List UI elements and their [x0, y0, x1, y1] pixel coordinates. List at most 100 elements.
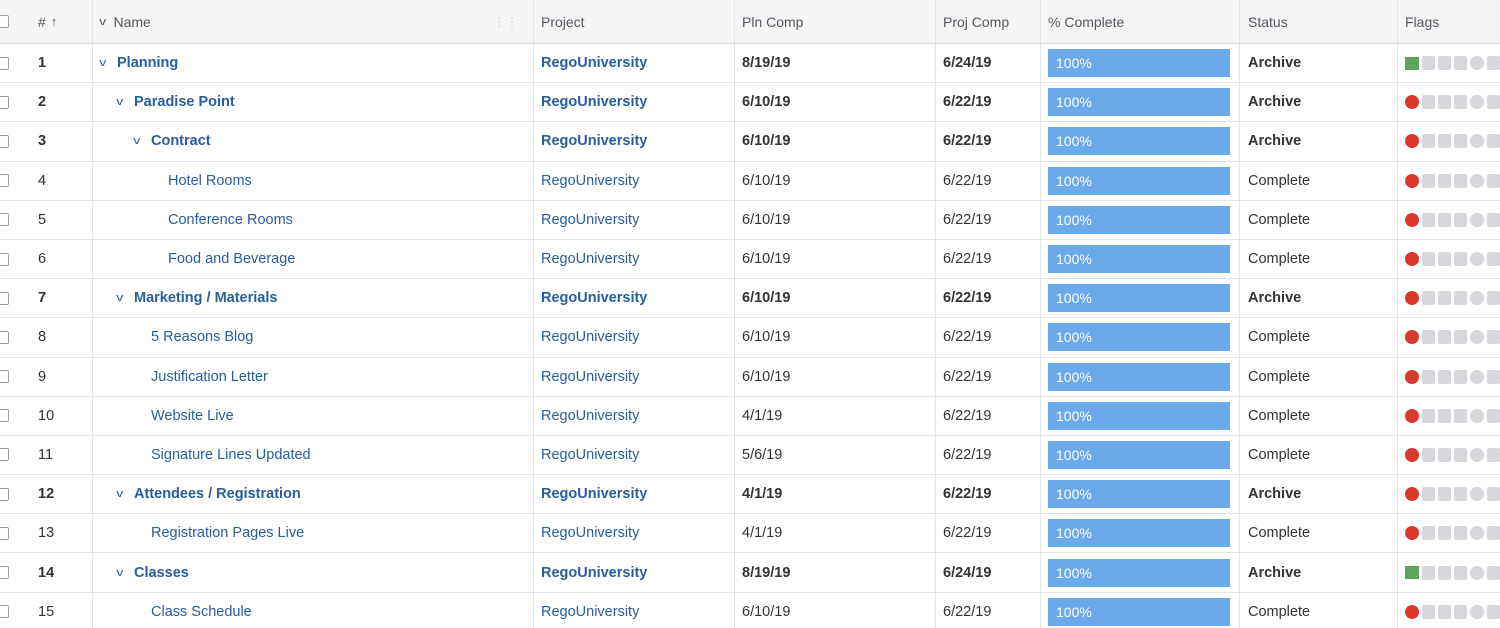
task-name-link[interactable]: Registration Pages Live	[151, 525, 304, 541]
table-row[interactable]: 12 v Attendees / Registration RegoUnivers…	[0, 475, 1500, 515]
table-row[interactable]: 15 Class Schedule RegoUniversity 6/10/19…	[0, 592, 1500, 628]
notes-icon[interactable]	[1422, 134, 1435, 149]
table-row[interactable]: 7 v Marketing / Materials RegoUniversity …	[0, 279, 1500, 319]
project-link[interactable]: RegoUniversity	[541, 408, 639, 424]
notes-icon[interactable]	[1422, 95, 1435, 110]
trash-icon[interactable]	[1454, 134, 1467, 149]
row-checkbox[interactable]	[0, 95, 9, 109]
task-name-link[interactable]: 5 Reasons Blog	[151, 329, 253, 345]
document-icon[interactable]	[1438, 565, 1451, 580]
notes-icon[interactable]	[1422, 252, 1435, 267]
row-checkbox[interactable]	[0, 605, 9, 619]
document-icon[interactable]	[1438, 173, 1451, 188]
trash-icon[interactable]	[1454, 173, 1467, 188]
table-row[interactable]: 13 Registration Pages Live RegoUniversit…	[0, 514, 1500, 554]
header-status[interactable]: Status	[1240, 0, 1398, 43]
check-circle-icon[interactable]	[1470, 369, 1484, 384]
collapse-all-chevron-icon[interactable]: v	[99, 16, 106, 28]
check-circle-icon[interactable]	[1470, 604, 1484, 619]
document-icon[interactable]	[1438, 212, 1451, 227]
notes-icon[interactable]	[1422, 487, 1435, 502]
trash-icon[interactable]	[1454, 604, 1467, 619]
project-link[interactable]: RegoUniversity	[541, 173, 639, 189]
trash-icon[interactable]	[1454, 565, 1467, 580]
document-icon[interactable]	[1438, 604, 1451, 619]
expand-chevron-icon[interactable]: v	[116, 488, 132, 500]
approval-icon[interactable]	[1487, 487, 1500, 502]
check-circle-icon[interactable]	[1470, 95, 1484, 110]
row-checkbox[interactable]	[0, 448, 9, 462]
alert-icon[interactable]	[1405, 526, 1419, 541]
row-checkbox[interactable]	[0, 330, 9, 344]
notes-icon[interactable]	[1422, 212, 1435, 227]
task-name-link[interactable]: Class Schedule	[151, 604, 252, 620]
document-icon[interactable]	[1438, 95, 1451, 110]
project-link[interactable]: RegoUniversity	[541, 212, 639, 228]
trash-icon[interactable]	[1454, 408, 1467, 423]
header-num[interactable]: # ↑	[22, 0, 93, 43]
row-checkbox[interactable]	[0, 213, 9, 227]
check-circle-icon[interactable]	[1470, 526, 1484, 541]
column-resize-handle-icon[interactable]: ⋮⋮	[493, 15, 519, 29]
header-flags[interactable]: Flags	[1398, 0, 1500, 43]
notes-icon[interactable]	[1422, 369, 1435, 384]
approval-icon[interactable]	[1487, 291, 1500, 306]
alert-icon[interactable]	[1405, 330, 1419, 345]
task-name-link[interactable]: Attendees / Registration	[134, 486, 301, 502]
check-circle-icon[interactable]	[1470, 173, 1484, 188]
row-checkbox[interactable]	[0, 487, 9, 501]
alert-icon[interactable]	[1405, 369, 1419, 384]
trash-icon[interactable]	[1454, 95, 1467, 110]
trash-icon[interactable]	[1454, 291, 1467, 306]
row-checkbox[interactable]	[0, 526, 9, 540]
expand-chevron-icon[interactable]: v	[99, 57, 115, 69]
project-link[interactable]: RegoUniversity	[541, 329, 639, 345]
task-name-link[interactable]: Planning	[117, 55, 178, 71]
alert-icon[interactable]	[1405, 291, 1419, 306]
trash-icon[interactable]	[1454, 447, 1467, 462]
approval-icon[interactable]	[1487, 56, 1500, 71]
approval-icon[interactable]	[1487, 369, 1500, 384]
notes-icon[interactable]	[1422, 56, 1435, 71]
project-link[interactable]: RegoUniversity	[541, 447, 639, 463]
document-icon[interactable]	[1438, 408, 1451, 423]
approval-icon[interactable]	[1487, 565, 1500, 580]
row-checkbox[interactable]	[0, 409, 9, 423]
alert-icon[interactable]	[1405, 408, 1419, 423]
table-row[interactable]: 10 Website Live RegoUniversity 4/1/19 6/…	[0, 396, 1500, 436]
table-row[interactable]: 5 Conference Rooms RegoUniversity 6/10/1…	[0, 200, 1500, 240]
table-row[interactable]: 4 Hotel Rooms RegoUniversity 6/10/19 6/2…	[0, 161, 1500, 201]
row-checkbox[interactable]	[0, 370, 9, 384]
task-name-link[interactable]: Paradise Point	[134, 94, 235, 110]
document-icon[interactable]	[1438, 369, 1451, 384]
row-checkbox[interactable]	[0, 134, 9, 148]
notes-icon[interactable]	[1422, 173, 1435, 188]
table-row[interactable]: 3 v Contract RegoUniversity 6/10/19 6/22/…	[0, 122, 1500, 162]
header-pct-complete[interactable]: % Complete	[1041, 0, 1240, 43]
notes-icon[interactable]	[1422, 565, 1435, 580]
trash-icon[interactable]	[1454, 487, 1467, 502]
table-row[interactable]: 2 v Paradise Point RegoUniversity 6/10/19…	[0, 83, 1500, 123]
check-circle-icon[interactable]	[1470, 565, 1484, 580]
check-circle-icon[interactable]	[1470, 447, 1484, 462]
project-link[interactable]: RegoUniversity	[541, 525, 639, 541]
task-name-link[interactable]: Justification Letter	[151, 369, 268, 385]
header-project[interactable]: Project	[534, 0, 735, 43]
check-circle-icon[interactable]	[1470, 291, 1484, 306]
check-circle-icon[interactable]	[1470, 330, 1484, 345]
trash-icon[interactable]	[1454, 212, 1467, 227]
document-icon[interactable]	[1438, 330, 1451, 345]
task-name-link[interactable]: Food and Beverage	[168, 251, 295, 267]
notes-icon[interactable]	[1422, 447, 1435, 462]
check-circle-icon[interactable]	[1470, 134, 1484, 149]
row-checkbox[interactable]	[0, 291, 9, 305]
approval-icon[interactable]	[1487, 95, 1500, 110]
trash-icon[interactable]	[1454, 56, 1467, 71]
document-icon[interactable]	[1438, 447, 1451, 462]
approval-icon[interactable]	[1487, 330, 1500, 345]
check-circle-icon[interactable]	[1470, 56, 1484, 71]
approval-icon[interactable]	[1487, 526, 1500, 541]
row-checkbox[interactable]	[0, 566, 9, 580]
document-icon[interactable]	[1438, 526, 1451, 541]
row-checkbox[interactable]	[0, 174, 9, 188]
